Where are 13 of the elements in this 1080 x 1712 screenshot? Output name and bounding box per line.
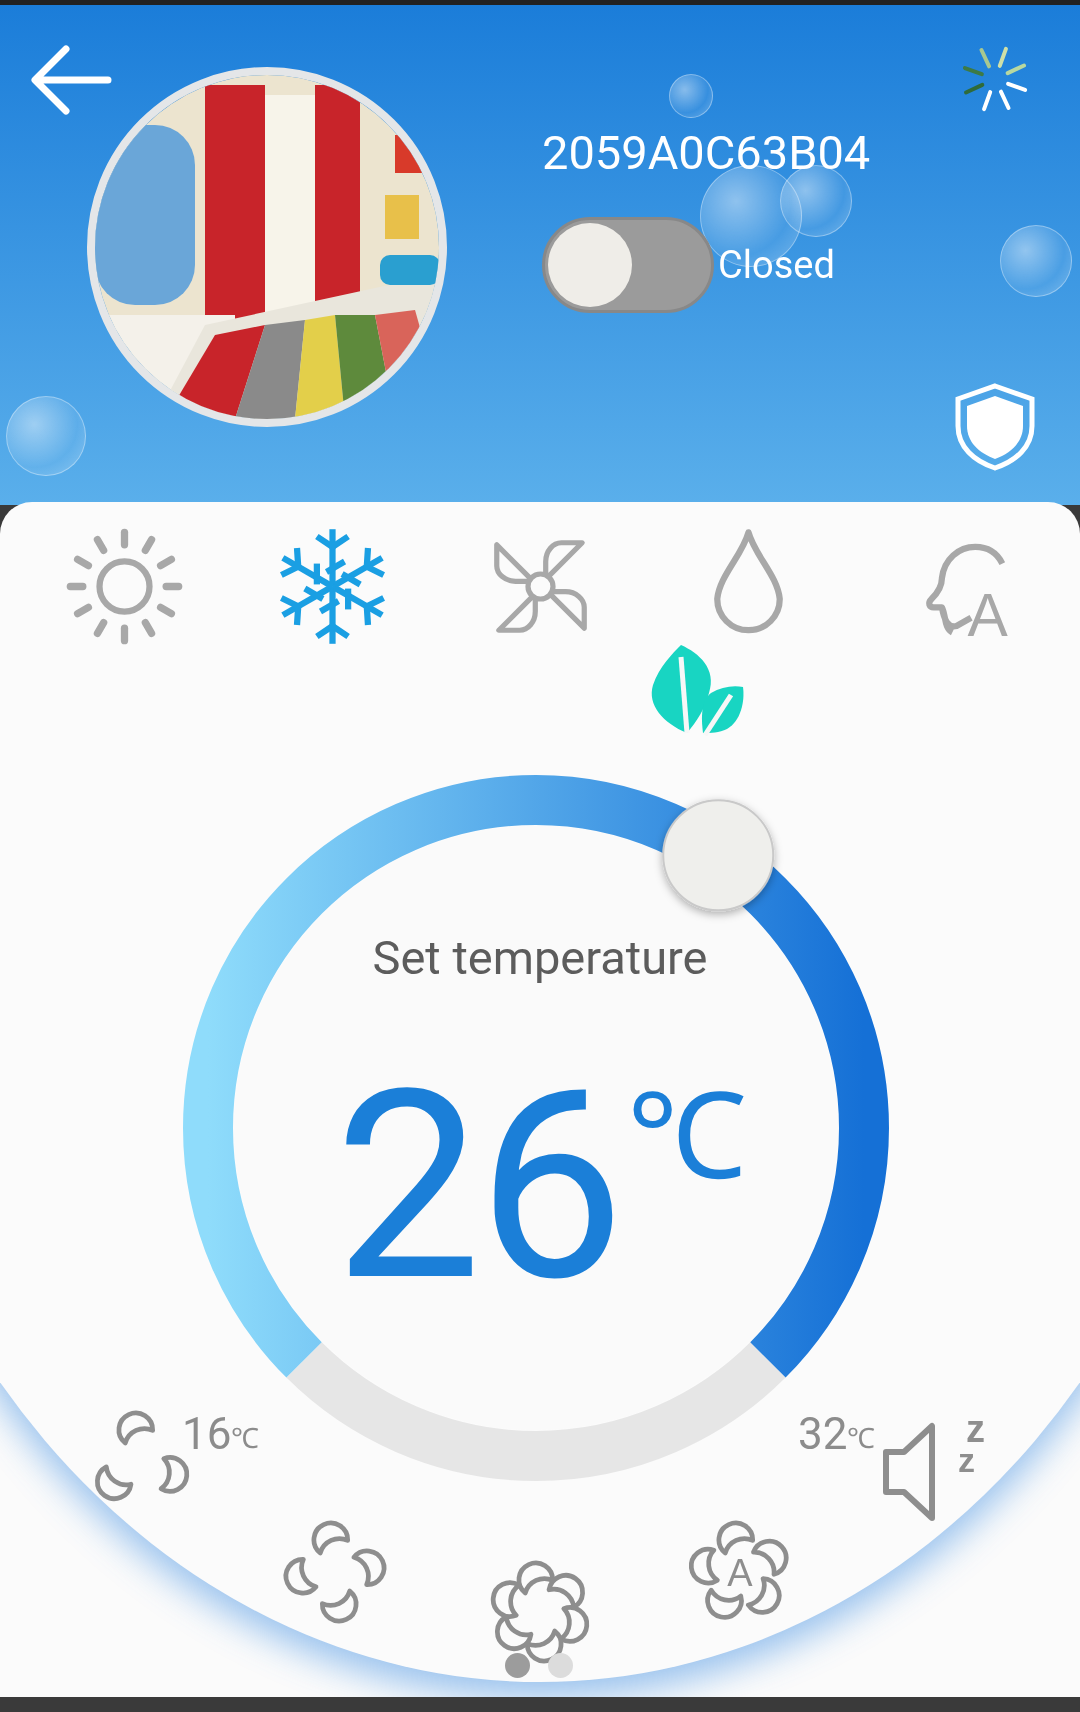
- device-name: 2059A0C63B04: [542, 125, 871, 181]
- set-temperature-label: Set temperature: [371, 930, 709, 985]
- bubble: [669, 74, 713, 118]
- min-temperature: 16: [182, 1408, 232, 1460]
- temperature-unit: ℃: [626, 1066, 746, 1209]
- temperature-value: 26: [334, 1062, 621, 1312]
- max-temperature-unit: ℃: [847, 1421, 876, 1456]
- power-status: Closed: [718, 243, 835, 287]
- temperature-track[interactable]: [183, 775, 889, 1481]
- max-temperature: 32: [798, 1408, 848, 1460]
- temperature-knob[interactable]: [662, 799, 775, 912]
- back-button[interactable]: [28, 43, 114, 117]
- min-temperature-unit: ℃: [231, 1421, 260, 1456]
